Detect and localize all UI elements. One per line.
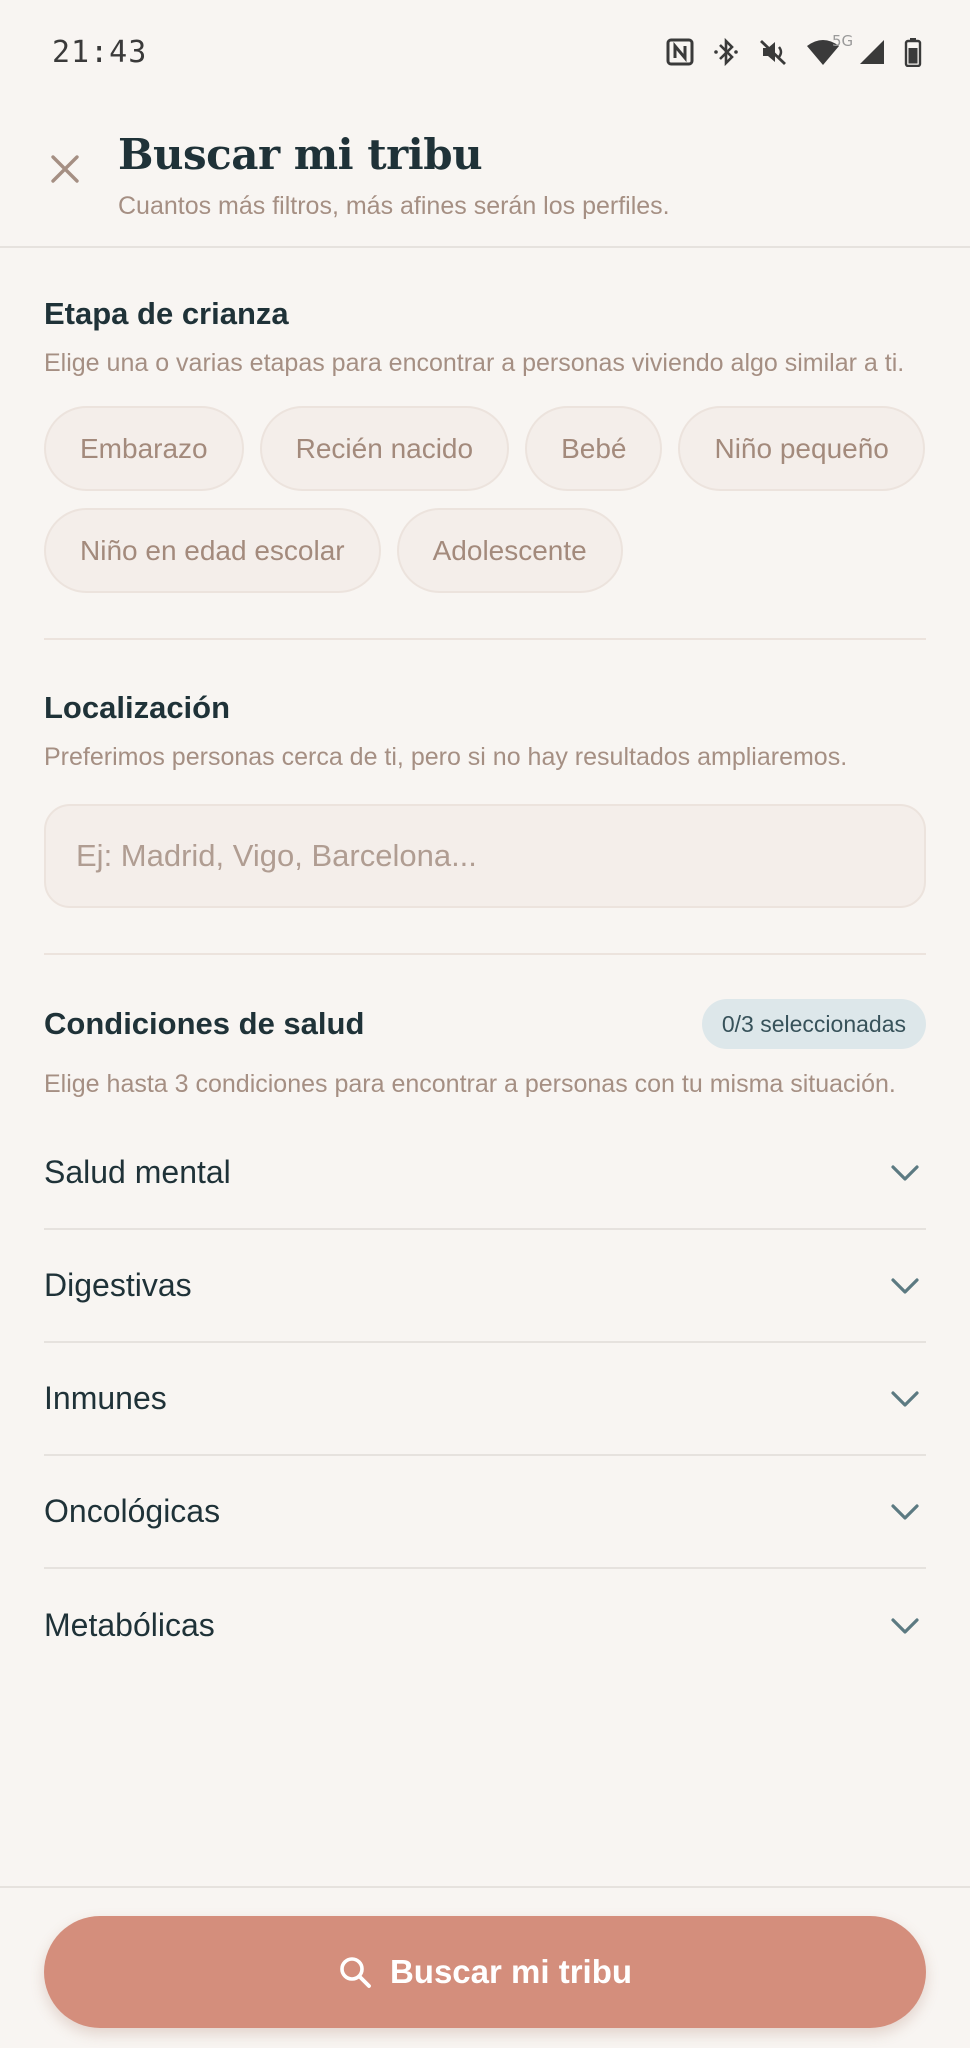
chevron-down-icon	[888, 1156, 922, 1190]
page-title: Buscar mi tribu	[118, 130, 483, 179]
status-icons: 5G	[666, 32, 922, 67]
accordion-label: Salud mental	[44, 1154, 231, 1190]
accordion-label: Inmunes	[44, 1380, 167, 1416]
status-time: 21:43	[52, 34, 148, 70]
parenting-stage-title: Etapa de crianza	[44, 296, 289, 331]
location-description: Preferimos personas cerca de ti, pero si…	[44, 743, 848, 771]
header: Buscar mi tribu Cuantos más filtros, más…	[0, 104, 970, 248]
chip-bebe[interactable]: Bebé	[525, 406, 663, 491]
chevron-down-icon	[888, 1609, 922, 1643]
chip-embarazo[interactable]: Embarazo	[44, 406, 244, 491]
search-icon	[340, 1957, 371, 1988]
search-tribe-button[interactable]: Buscar mi tribu	[44, 1916, 926, 2028]
accordion-digestivas[interactable]: Digestivas	[44, 1230, 926, 1343]
close-button[interactable]	[42, 146, 88, 192]
page-subtitle: Cuantos más filtros, más afines serán lo…	[118, 192, 670, 220]
search-button-label: Buscar mi tribu	[389, 1953, 633, 1990]
chevron-down-icon	[888, 1495, 922, 1529]
accordion-metabolicas[interactable]: Metabólicas	[44, 1569, 926, 1682]
location-input[interactable]	[44, 804, 926, 908]
status-bar: 21:43 5G	[0, 0, 970, 104]
health-conditions-section: Condiciones de salud 0/3 seleccionadas E…	[44, 955, 926, 1682]
close-icon	[51, 155, 79, 183]
health-categories-list: Salud mental Digestivas Inmunes Oncológi…	[44, 1117, 926, 1682]
health-conditions-header: Condiciones de salud 0/3 seleccionadas	[44, 999, 926, 1049]
health-conditions-description: Elige hasta 3 condiciones para encontrar…	[44, 1070, 896, 1098]
accordion-salud-mental[interactable]: Salud mental	[44, 1117, 926, 1230]
app-screen: 21:43 5G Buscar mi tribu Cuantos más fil…	[0, 0, 970, 2048]
network-type: 5G	[832, 32, 854, 50]
accordion-label: Oncológicas	[44, 1493, 221, 1529]
chip-nino-pequeno[interactable]: Niño pequeño	[678, 406, 925, 491]
filters-content: Etapa de crianza Elige una o varias etap…	[44, 248, 926, 1682]
accordion-label: Metabólicas	[44, 1607, 215, 1643]
accordion-oncologicas[interactable]: Oncológicas	[44, 1456, 926, 1569]
health-conditions-title: Condiciones de salud	[44, 1006, 365, 1041]
bluetooth-icon	[712, 37, 740, 67]
chevron-down-icon	[888, 1382, 922, 1416]
parenting-stage-description: Elige una o varias etapas para encontrar…	[44, 349, 905, 377]
chip-adolescente[interactable]: Adolescente	[396, 508, 623, 593]
signal-icon: 5G	[832, 32, 886, 66]
chip-recien-nacido[interactable]: Recién nacido	[259, 406, 510, 491]
bottom-action-bar: Buscar mi tribu	[0, 1886, 970, 2048]
mute-icon	[758, 37, 788, 67]
parenting-stage-section: Etapa de crianza Elige una o varias etap…	[44, 248, 926, 593]
accordion-inmunes[interactable]: Inmunes	[44, 1343, 926, 1456]
location-section: Localización Preferimos personas cerca d…	[44, 640, 926, 908]
chevron-down-icon	[888, 1269, 922, 1303]
nfc-icon	[666, 38, 694, 66]
parenting-stage-chips: Embarazo Recién nacido Bebé Niño pequeño…	[44, 406, 926, 593]
accordion-label: Digestivas	[44, 1267, 192, 1303]
battery-icon	[904, 37, 922, 67]
selection-count-badge: 0/3 seleccionadas	[701, 999, 926, 1049]
chip-nino-edad-escolar[interactable]: Niño en edad escolar	[44, 508, 381, 593]
location-title: Localización	[44, 690, 231, 725]
